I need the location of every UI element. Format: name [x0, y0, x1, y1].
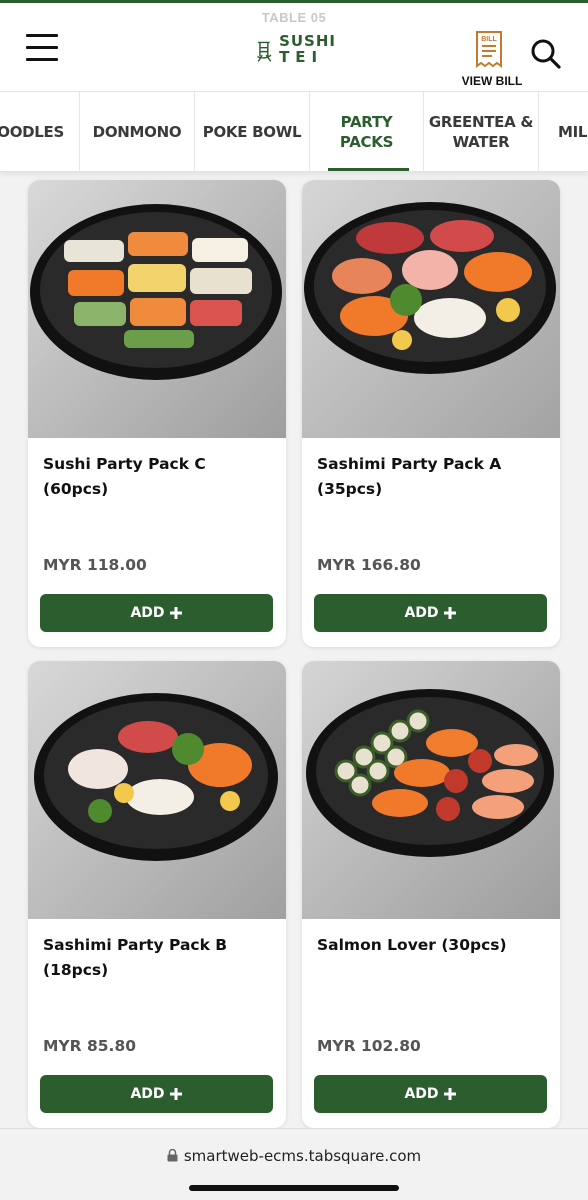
view-bill-label: VIEW BILL	[461, 74, 523, 88]
plus-icon	[169, 1088, 182, 1100]
add-button-label: ADD	[404, 1086, 439, 1102]
add-button-label: ADD	[404, 605, 439, 621]
product-card[interactable]: Sushi Party Pack C (60pcs) MYR 118.00 AD…	[28, 180, 286, 647]
product-price: MYR 166.80	[317, 556, 421, 574]
sashimi-platter-image	[28, 661, 286, 919]
tab-poke-bowl[interactable]: POKE BOWL	[195, 92, 310, 171]
add-to-cart-button[interactable]: ADD	[40, 594, 273, 632]
add-button-label: ADD	[130, 605, 165, 621]
tab-party-packs[interactable]: PARTY PACKS	[310, 92, 424, 171]
tab-donmono[interactable]: DONMONO	[80, 92, 195, 171]
url-text: smartweb-ecms.tabsquare.com	[183, 1147, 422, 1165]
logo-mark-icon	[257, 41, 272, 62]
product-price: MYR 102.80	[317, 1037, 421, 1055]
product-card[interactable]: Salmon Lover (30pcs) MYR 102.80 ADD	[302, 661, 560, 1128]
search-icon[interactable]	[530, 38, 562, 70]
bill-badge-text: BILL	[481, 36, 497, 43]
product-name: Sushi Party Pack C (60pcs)	[43, 455, 206, 498]
logo-text-line1: SUSHI	[279, 32, 336, 50]
top-rule	[0, 0, 588, 8]
plus-icon	[443, 1088, 456, 1100]
product-name: Sashimi Party Pack B (18pcs)	[43, 936, 228, 979]
tab-greentea-water[interactable]: GREENTEA & WATER	[424, 92, 539, 171]
hamburger-menu-icon[interactable]	[26, 34, 58, 66]
salmon-platter-image	[302, 661, 560, 919]
add-to-cart-button[interactable]: ADD	[314, 594, 547, 632]
tab-noodles[interactable]: NOODLES	[0, 92, 80, 171]
url-display[interactable]: smartweb-ecms.tabsquare.com	[0, 1147, 588, 1165]
product-price: MYR 118.00	[43, 556, 147, 574]
product-name: Salmon Lover (30pcs)	[317, 936, 507, 954]
add-to-cart-button[interactable]: ADD	[40, 1075, 273, 1113]
sushi-tei-logo: SUSHI TEI	[256, 26, 336, 72]
tab-milk[interactable]: MILK	[539, 92, 588, 171]
category-tabs: NOODLES DONMONO POKE BOWL PARTY PACKS GR…	[0, 92, 588, 172]
plus-icon	[443, 607, 456, 619]
table-number: TABLE 05	[261, 10, 327, 25]
app-header: TABLE 05 SUSHI TEI BILL VIEW BILL	[0, 8, 588, 92]
logo-text-line2: TEI	[279, 48, 324, 66]
bill-icon: BILL	[476, 31, 502, 68]
sushi-platter-image	[28, 180, 286, 438]
add-button-label: ADD	[130, 1086, 165, 1102]
product-name: Sashimi Party Pack A (35pcs)	[317, 455, 502, 498]
product-card[interactable]: Sashimi Party Pack A (35pcs) MYR 166.80 …	[302, 180, 560, 647]
browser-url-bar[interactable]: smartweb-ecms.tabsquare.com	[0, 1128, 588, 1200]
home-indicator[interactable]	[189, 1185, 399, 1191]
view-bill-button[interactable]: BILL VIEW BILL	[456, 30, 528, 92]
lock-icon	[167, 1149, 178, 1162]
plus-icon	[169, 607, 182, 619]
add-to-cart-button[interactable]: ADD	[314, 1075, 547, 1113]
product-price: MYR 85.80	[43, 1037, 137, 1055]
sashimi-platter-image	[302, 180, 560, 438]
product-card[interactable]: Sashimi Party Pack B (18pcs) MYR 85.80 A…	[28, 661, 286, 1128]
